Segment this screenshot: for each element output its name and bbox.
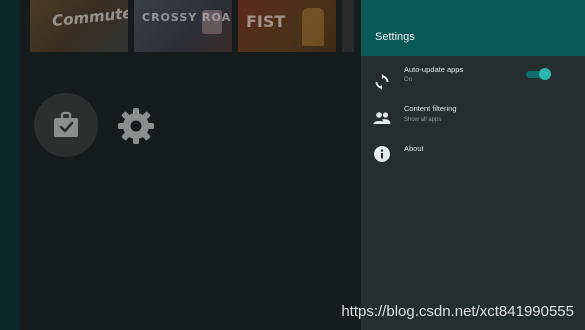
settings-header: Settings xyxy=(361,0,585,56)
auto-update-label: Auto-update apps xyxy=(404,65,464,74)
crossy-road-banner[interactable]: CROSSY ROAD xyxy=(134,0,232,52)
store-app-button[interactable] xyxy=(34,93,98,157)
settings-item-about[interactable]: About xyxy=(361,139,585,177)
content-filtering-label: Content filtering xyxy=(404,104,457,113)
sync-icon xyxy=(373,73,391,91)
watermark: https://blog.csdn.net/xct841990555 xyxy=(341,303,574,320)
settings-panel: Settings Auto-update apps On Content fil… xyxy=(361,0,585,330)
fist-figure-image xyxy=(302,8,324,46)
fist-banner[interactable]: FIST xyxy=(238,0,336,52)
settings-item-auto-update[interactable]: Auto-update apps On xyxy=(361,63,585,101)
auto-update-status: On xyxy=(404,77,413,83)
crossy-character-image xyxy=(202,10,222,34)
toggle-thumb xyxy=(539,68,551,80)
commute-banner-text: Commute xyxy=(51,3,128,31)
people-icon xyxy=(373,109,391,127)
fist-banner-text: FIST xyxy=(246,12,286,31)
store-bag-icon xyxy=(54,111,78,137)
gear-icon xyxy=(118,108,154,144)
background-app-area: Commute CROSSY ROAD FIST xyxy=(0,0,361,330)
content-filtering-value: Show all apps xyxy=(404,117,442,123)
info-icon xyxy=(373,145,391,163)
left-edge-strip xyxy=(0,0,20,330)
next-banner-partial[interactable] xyxy=(342,0,354,52)
page-title: Settings xyxy=(375,31,415,43)
app-banner-row: Commute CROSSY ROAD FIST xyxy=(30,0,354,52)
settings-app-button[interactable] xyxy=(116,106,156,146)
commute-banner[interactable]: Commute xyxy=(30,0,128,52)
settings-item-content-filtering[interactable]: Content filtering Show all apps xyxy=(361,101,585,139)
about-label: About xyxy=(404,144,424,153)
auto-update-toggle[interactable] xyxy=(526,68,551,80)
